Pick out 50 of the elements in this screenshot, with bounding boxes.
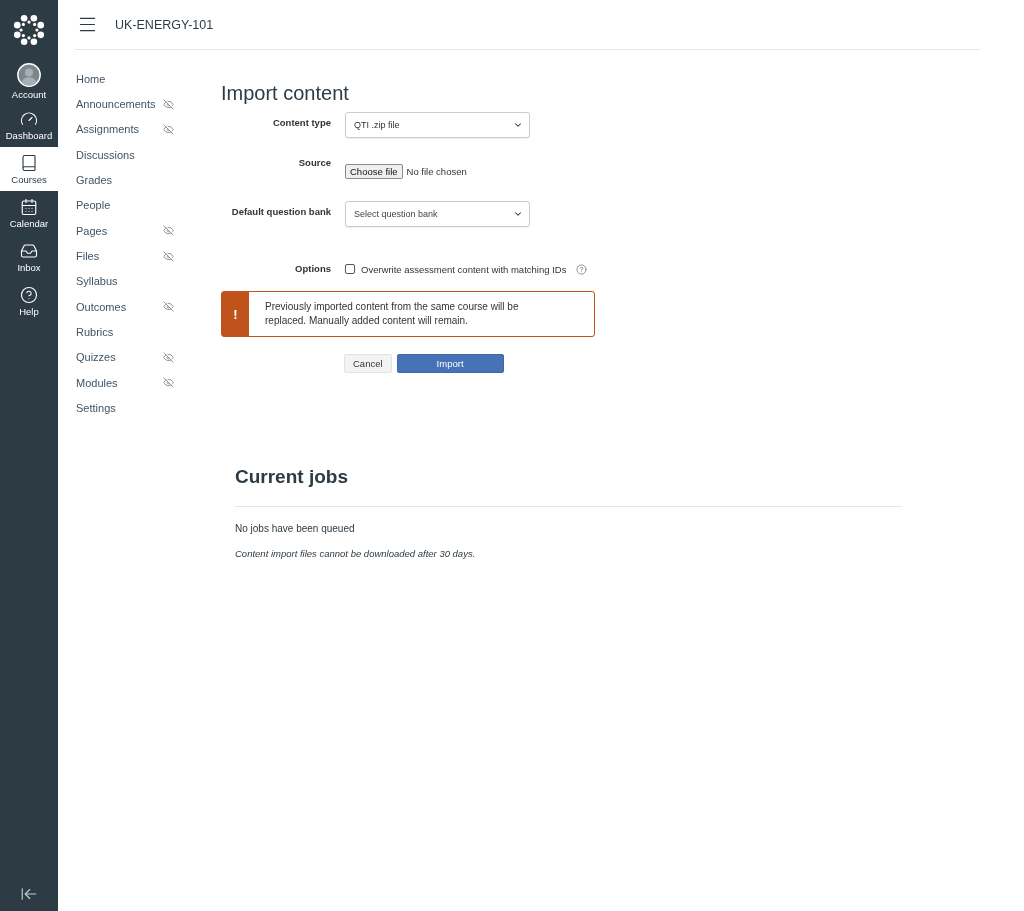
- checkbox-label: Overwrite assessment content with matching IDs: [361, 263, 567, 275]
- ring-logo-icon[interactable]: [13, 13, 45, 46]
- global-nav-item[interactable]: Inbox: [0, 235, 58, 279]
- book-icon: [20, 153, 38, 172]
- course-nav-link[interactable]: Pages: [76, 224, 163, 237]
- inbox-icon: [20, 241, 38, 260]
- course-nav-link[interactable]: Syllabus: [76, 275, 163, 288]
- empty-jobs-text: No jobs have been queued: [235, 523, 356, 535]
- help-icon: [20, 285, 38, 304]
- avatar-icon: [17, 62, 41, 87]
- field-label: Content type: [271, 116, 331, 129]
- global-nav-item[interactable]: Account: [0, 59, 58, 103]
- course-nav-link[interactable]: Discussions: [76, 148, 163, 161]
- page-title: Import content: [221, 81, 350, 105]
- field-label: Source: [297, 157, 331, 169]
- calendar-icon: [20, 197, 38, 216]
- course-nav-link[interactable]: Quizzes: [76, 351, 163, 364]
- collapse-arrow-icon[interactable]: [20, 885, 38, 903]
- course-nav-link[interactable]: Rubrics: [76, 326, 163, 339]
- import-button[interactable]: Import: [396, 354, 504, 373]
- field-label: Options: [294, 263, 331, 275]
- choose-file-button[interactable]: Choose file: [345, 164, 403, 179]
- course-title: UK-ENERGY-101: [115, 17, 214, 32]
- chevron-down-icon: [513, 120, 523, 130]
- global-nav-item[interactable]: Courses: [0, 147, 58, 191]
- course-nav-link[interactable]: People: [76, 199, 163, 212]
- course-nav-link[interactable]: Home: [76, 72, 163, 85]
- checkbox[interactable]: [345, 264, 355, 274]
- course-nav-link[interactable]: Files: [76, 250, 163, 263]
- global-nav-item[interactable]: Calendar: [0, 191, 58, 235]
- field-label: Default question bank: [230, 205, 331, 218]
- gauge-icon: [20, 109, 38, 128]
- course-nav-link[interactable]: Assignments: [76, 123, 163, 136]
- course-nav-link[interactable]: Grades: [76, 174, 163, 187]
- global-nav-item[interactable]: Dashboard: [0, 103, 58, 147]
- course-nav-link[interactable]: Announcements: [76, 98, 163, 110]
- course-nav-link[interactable]: Settings: [76, 402, 163, 415]
- select-field[interactable]: QTI .zip file: [345, 112, 530, 138]
- course-nav-link[interactable]: Modules: [76, 376, 163, 389]
- chevron-down-icon: [513, 209, 523, 219]
- global-nav-item[interactable]: Help: [0, 279, 58, 323]
- warning-marker: !: [222, 292, 249, 336]
- file-status-text: No file chosen: [406, 166, 467, 177]
- cancel-button[interactable]: Cancel: [344, 354, 392, 373]
- section-heading: Current jobs: [235, 465, 349, 489]
- warning-message: Previously imported content from the same course will be replaced. Manually added content will remain.: [264, 300, 520, 328]
- note-text: Content import files cannot be downloaded after 30 days.: [235, 548, 477, 560]
- help-icon[interactable]: [576, 263, 588, 275]
- select-field[interactable]: Select question bank: [345, 201, 530, 227]
- course-nav-link[interactable]: Outcomes: [76, 300, 163, 313]
